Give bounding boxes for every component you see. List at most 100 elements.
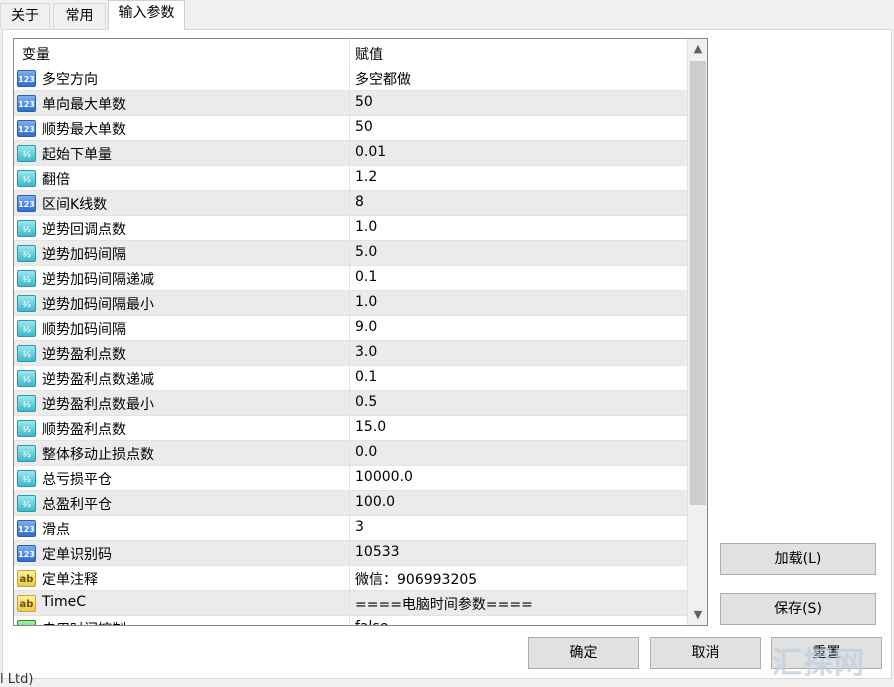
parameter-value[interactable]: 15.0 [355,419,386,435]
column-header-value[interactable]: 赋值 [355,44,383,64]
parameter-name: 逆势加码间隔 [42,247,126,263]
integer-type-icon: 123 [17,70,36,87]
parameter-value[interactable]: 0.1 [355,369,377,385]
parameter-value[interactable]: 0.0 [355,444,377,460]
table-row[interactable]: ½ 逆势加码间隔最小 1.0 [14,291,687,316]
double-type-icon: ½ [17,470,36,487]
table-row[interactable]: ab TimeC ====电脑时间参数==== [14,591,687,616]
double-type-icon: ½ [17,345,36,362]
parameter-name: 逆势盈利点数最小 [42,397,154,413]
cell-divider [349,616,350,625]
cell-divider [349,216,350,241]
parameter-value[interactable]: 1.0 [355,219,377,235]
table-row[interactable]: 123 定单识别码 10533 [14,541,687,566]
parameter-value[interactable]: 3 [355,519,364,535]
table-row[interactable]: ½ 总盈利平仓 100.0 [14,491,687,516]
column-header-variable[interactable]: 变量 [22,44,50,64]
parameter-name: 区间K线数 [42,197,108,213]
save-button[interactable]: 保存(S) [720,593,876,625]
parameter-value[interactable]: 多空都做 [355,69,411,89]
table-row[interactable]: 123 滑点 3 [14,516,687,541]
tab-about[interactable]: 关于 [0,3,50,30]
cell-divider [349,116,350,141]
table-row[interactable]: ½ 顺势盈利点数 15.0 [14,416,687,441]
cell-divider [349,566,350,591]
parameter-value[interactable]: 9.0 [355,319,377,335]
table-row[interactable]: ½ 总亏损平仓 10000.0 [14,466,687,491]
table-row[interactable]: 123 单向最大单数 50 [14,91,687,116]
cell-divider [349,441,350,466]
table-row[interactable]: ½ 逆势回调点数 1.0 [14,216,687,241]
cancel-button[interactable]: 取消 [650,637,761,669]
parameter-name: 顺势盈利点数 [42,422,126,438]
table-row[interactable]: 123 多空方向 多空都做 [14,66,687,91]
parameter-value[interactable]: 10000.0 [355,469,413,485]
parameter-name: 逆势盈利点数 [42,347,126,363]
cell-divider [349,316,350,341]
parameter-value[interactable]: ====电脑时间参数==== [355,594,533,614]
cell-divider [349,91,350,116]
table-row[interactable]: ✓ 启用时间控制 false [14,616,687,625]
parameters-grid[interactable]: 变量 赋值 123 多空方向 多空都做 123 单向最大单数 50 123 顺势最大单数 50 ½… [13,38,708,626]
table-row[interactable]: ½ 整体移动止损点数 0.0 [14,441,687,466]
parameter-value[interactable]: 0.1 [355,269,377,285]
parameter-value[interactable]: false [355,619,388,625]
table-row[interactable]: ½ 翻倍 1.2 [14,166,687,191]
parameter-value[interactable]: 1.0 [355,294,377,310]
parameter-name: 定单识别码 [42,547,112,563]
save-button-label: 保存(S) [774,601,822,617]
parameter-value[interactable]: 8 [355,194,364,210]
double-type-icon: ½ [17,295,36,312]
double-type-icon: ½ [17,320,36,337]
parameter-value[interactable]: 5.0 [355,244,377,260]
parameter-value[interactable]: 1.2 [355,169,377,185]
string-type-icon: ab [17,570,36,587]
parameter-name: 起始下单量 [42,147,112,163]
parameter-name: 翻倍 [42,172,70,188]
double-type-icon: ½ [17,495,36,512]
tab-bar: 关于 常用 输入参数 [0,0,894,30]
double-type-icon: ½ [17,220,36,237]
table-row[interactable]: ab 定单注释 微信：906993205 [14,566,687,591]
parameter-value[interactable]: 0.5 [355,394,377,410]
parameter-value[interactable]: 微信：906993205 [355,569,477,589]
parameter-value[interactable]: 0.01 [355,144,386,160]
table-row[interactable]: ½ 顺势加码间隔 9.0 [14,316,687,341]
ok-button[interactable]: 确定 [528,637,639,669]
watermark-logo: 汇探网 [772,646,865,681]
parameter-value[interactable]: 50 [355,119,373,135]
scrollbar-thumb[interactable] [690,61,706,505]
table-row[interactable]: ½ 逆势加码间隔 5.0 [14,241,687,266]
parameter-value[interactable]: 3.0 [355,344,377,360]
parameter-value[interactable]: 100.0 [355,494,395,510]
parameter-value[interactable]: 50 [355,94,373,110]
table-row[interactable]: ½ 逆势盈利点数递减 0.1 [14,366,687,391]
table-row[interactable]: 123 顺势最大单数 50 [14,116,687,141]
double-type-icon: ½ [17,245,36,262]
integer-type-icon: 123 [17,95,36,112]
table-row[interactable]: ½ 逆势盈利点数 3.0 [14,341,687,366]
tab-label: 关于 [11,8,39,24]
vertical-scrollbar[interactable]: ▲ ▼ [687,39,707,625]
parameter-value[interactable]: 10533 [355,544,400,560]
scroll-up-arrow-icon[interactable]: ▲ [688,39,707,59]
cell-divider [349,141,350,166]
tab-label: 常用 [65,8,94,24]
column-divider[interactable] [349,39,350,66]
cell-divider [349,66,350,91]
table-row[interactable]: ½ 逆势加码间隔递减 0.1 [14,266,687,291]
scroll-down-arrow-icon[interactable]: ▼ [688,605,707,625]
table-row[interactable]: ½ 逆势盈利点数最小 0.5 [14,391,687,416]
tab-inputs[interactable]: 输入参数 [108,0,185,30]
load-button[interactable]: 加载(L) [720,543,876,575]
table-row[interactable]: ½ 起始下单量 0.01 [14,141,687,166]
cancel-button-label: 取消 [691,645,720,661]
table-row[interactable]: 123 区间K线数 8 [14,191,687,216]
grid-viewport: 变量 赋值 123 多空方向 多空都做 123 单向最大单数 50 123 顺势最大单数 50 ½… [14,39,687,625]
tab-common[interactable]: 常用 [53,3,106,30]
background-text: l Ltd) [0,672,34,687]
double-type-icon: ½ [17,145,36,162]
double-type-icon: ½ [17,170,36,187]
parameter-name: 单向最大单数 [42,97,126,113]
cell-divider [349,166,350,191]
